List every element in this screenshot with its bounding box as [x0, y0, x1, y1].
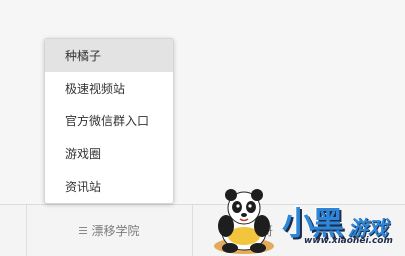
bar-divider — [192, 205, 193, 256]
menu-item-wechat-group[interactable]: 官方微信群入口 — [45, 105, 173, 138]
dropdown-menu: 种橘子 极速视频站 官方微信群入口 游戏圈 资讯站 — [44, 38, 174, 204]
menu-item-orange[interactable]: 种橘子 — [45, 39, 173, 72]
menu-item-label: 极速视频站 — [65, 81, 126, 96]
menu-item-label: 官方微信群入口 — [65, 114, 150, 129]
menu-item-label: 种橘子 — [65, 48, 102, 63]
tab-drift-academy[interactable]: 漂移学院 — [27, 205, 192, 256]
menu-item-news-site[interactable]: 资讯站 — [45, 170, 173, 203]
logo-url: www.xiaohei.com — [304, 236, 393, 246]
menu-item-label: 资讯站 — [65, 180, 102, 195]
menu-item-game-circle[interactable]: 游戏圈 — [45, 137, 173, 170]
panda-mascot-icon — [214, 189, 274, 254]
site-watermark: 小黑 游戏 www.xiaohei.com — [208, 188, 405, 255]
tab-drift-academy-label: 漂移学院 — [91, 224, 140, 238]
menu-icon — [79, 227, 88, 234]
menu-item-label: 游戏圈 — [65, 147, 102, 162]
menu-item-video-site[interactable]: 极速视频站 — [45, 72, 173, 105]
